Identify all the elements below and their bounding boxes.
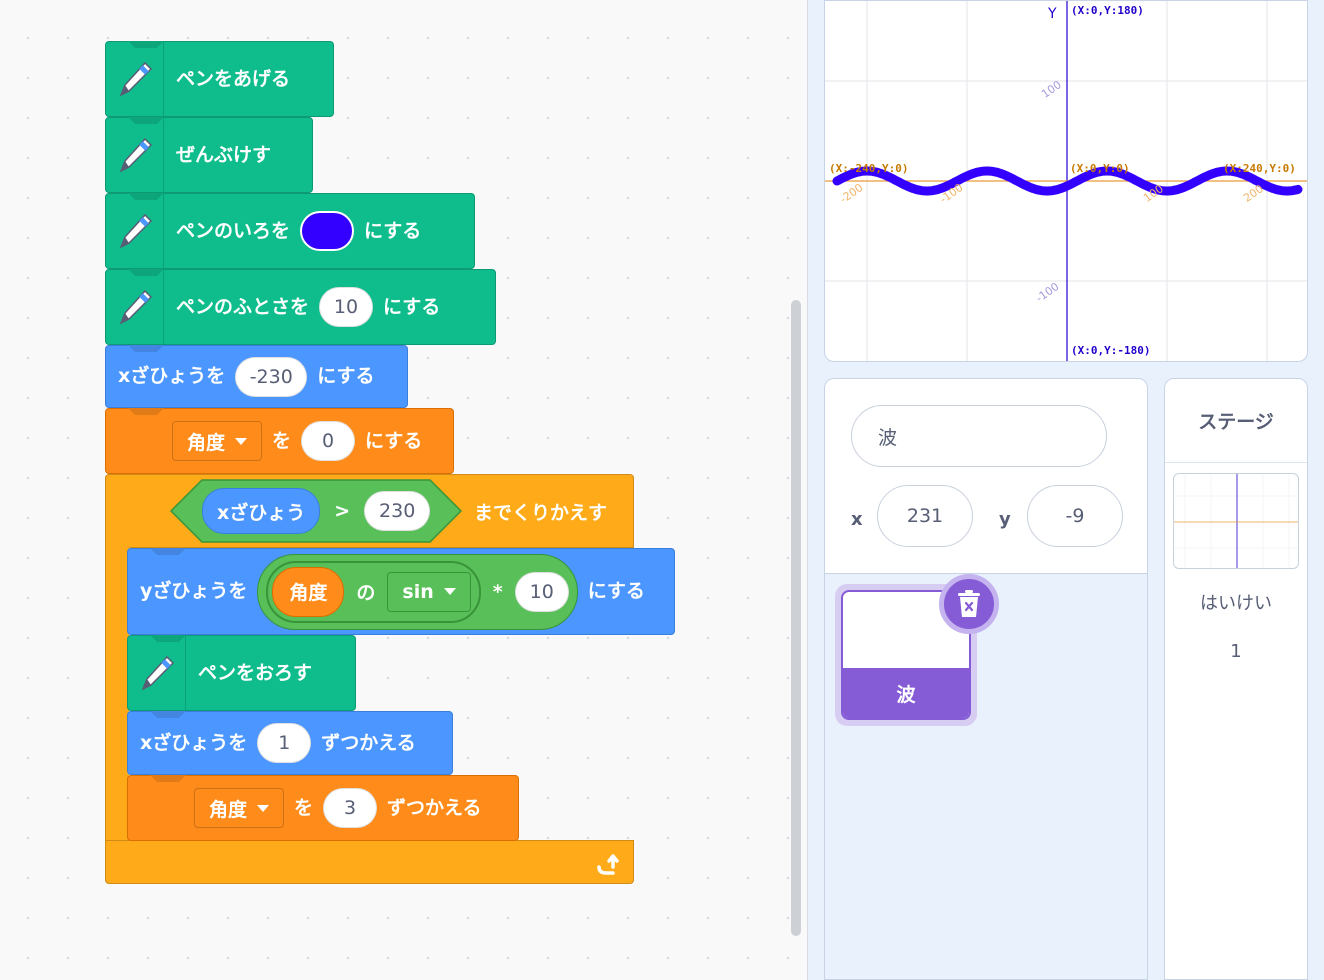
stage-selector-pane[interactable]: ステージ はいけい 1 [1164, 378, 1308, 980]
y-label: y [999, 509, 1011, 530]
right-coordinate-label: (X:240,Y:0) [1223, 162, 1296, 175]
repeat-block-arm [105, 540, 129, 845]
y-axis-label: Y [1048, 6, 1057, 22]
y-position-input[interactable]: -9 [1027, 485, 1123, 547]
set-x-suffix: にする [317, 365, 375, 387]
multiply-symbol: * [492, 580, 503, 603]
sprite-name-input[interactable]: 波 [851, 405, 1107, 467]
set-pen-size-suffix: にする [383, 295, 441, 318]
set-variable-mid: を [272, 429, 292, 452]
repeat-until-header: xざひょう > 230 までくりかえす [170, 478, 607, 544]
set-y-block[interactable]: yざひょうを 角度 の sin * 10 にする [127, 548, 675, 635]
left-coordinate-label: (X:-240,Y:0) [829, 162, 909, 175]
change-x-block[interactable]: xざひょうを 1 ずつかえる [127, 711, 453, 775]
pen-icon [141, 655, 174, 691]
pen-extension-icon-wrap [128, 636, 186, 710]
set-pen-size-label: ペンのふとさを [176, 295, 310, 318]
change-x-suffix: ずつかえる [321, 731, 416, 754]
set-pen-size-block[interactable]: ペンのふとさを 10 にする [105, 269, 496, 345]
pen-extension-icon-wrap [106, 270, 164, 344]
stage-thumbnail[interactable] [1173, 473, 1299, 569]
greater-than-operator[interactable]: xざひょう > 230 [170, 479, 462, 543]
stage-canvas[interactable]: Y (X:0,Y:180) (X:0,Y:-180) (X:-240,Y:0) … [824, 0, 1308, 362]
top-coordinate-label: (X:0,Y:180) [1071, 4, 1144, 17]
code-area[interactable]: ペンをあげる ぜんぶけす ペンのいろを にする ペンのふとさを 10 にする x… [0, 0, 808, 980]
math-function-dropdown[interactable]: sin [387, 571, 471, 612]
change-variable-block[interactable]: 角度 を 3 ずつかえる [127, 775, 519, 841]
set-x-label: xざひょうを [118, 365, 226, 387]
sprite-info-panel: 波 x 231 y -9 波 [824, 378, 1148, 980]
pen-down-label: ペンをおろす [198, 661, 313, 684]
set-x-block[interactable]: xざひょうを -230 にする [105, 345, 408, 408]
chevron-down-icon [443, 588, 456, 595]
backdrop-thumbnail-image [1174, 474, 1298, 568]
pen-color-swatch[interactable] [300, 211, 355, 251]
multiply-operator[interactable]: 角度 の sin * 10 [257, 553, 578, 630]
set-variable-block[interactable]: 角度 を 0 にする [105, 408, 454, 474]
trash-icon [958, 590, 980, 617]
pen-extension-icon-wrap [106, 42, 164, 116]
set-x-input[interactable]: -230 [235, 356, 308, 397]
variable-dropdown[interactable]: 角度 [194, 788, 285, 828]
x-position-reporter[interactable]: xざひょう [202, 488, 321, 534]
change-variable-mid: を [294, 796, 314, 819]
pen-down-block[interactable]: ペンをおろす [127, 635, 356, 711]
sprite-tile-label: 波 [843, 668, 969, 718]
change-x-input[interactable]: 1 [257, 723, 312, 763]
sprite-list: 波 [825, 573, 1147, 979]
set-pen-color-suffix: にする [364, 219, 422, 242]
multiply-input[interactable]: 10 [514, 571, 569, 612]
stage-pane-title: ステージ [1165, 379, 1307, 463]
math-function-operator[interactable]: 角度 の sin [266, 560, 481, 623]
pen-icon [119, 213, 152, 249]
backdrop-count: 1 [1230, 641, 1242, 662]
loop-arrow-icon [597, 854, 619, 875]
pen-icon [119, 289, 152, 325]
variable-dropdown-label: 角度 [187, 431, 226, 454]
pen-icon [119, 61, 152, 97]
set-y-label: yざひょうを [140, 580, 248, 602]
set-variable-suffix: にする [365, 429, 423, 452]
change-variable-input[interactable]: 3 [323, 788, 378, 828]
angle-variable-reporter[interactable]: 角度 [272, 566, 345, 617]
coordinate-grid [825, 1, 1307, 361]
pen-size-input[interactable]: 10 [319, 287, 374, 327]
variable-dropdown[interactable]: 角度 [172, 421, 263, 461]
set-variable-input[interactable]: 0 [301, 421, 356, 461]
pen-up-label: ペンをあげる [176, 67, 291, 90]
center-coordinate-label: (X:0,Y:0) [1070, 162, 1130, 175]
set-pen-color-label: ペンのいろを [176, 219, 291, 242]
code-area-scrollbar[interactable] [791, 300, 801, 936]
pen-icon [119, 137, 152, 173]
pen-extension-icon-wrap [106, 194, 164, 268]
repeat-until-label: までくりかえす [474, 501, 608, 524]
math-function-label: sin [402, 580, 434, 603]
variable-dropdown-label: 角度 [209, 798, 248, 821]
repeat-limit-input[interactable]: 230 [364, 491, 431, 531]
chevron-down-icon [257, 804, 270, 812]
set-y-suffix: にする [587, 580, 645, 602]
change-variable-suffix: ずつかえる [387, 796, 482, 819]
clear-label: ぜんぶけす [176, 143, 272, 166]
greater-than-symbol: > [334, 500, 351, 522]
sprite-tile[interactable]: 波 [835, 574, 999, 726]
change-x-label: xざひょうを [140, 731, 248, 754]
delete-sprite-button[interactable] [939, 574, 999, 634]
x-position-input[interactable]: 231 [877, 485, 973, 547]
pen-extension-icon-wrap [106, 118, 164, 192]
x-label: x [851, 509, 863, 530]
pen-up-block[interactable]: ペンをあげる [105, 41, 334, 117]
set-pen-color-block[interactable]: ペンのいろを にする [105, 193, 475, 269]
bottom-coordinate-label: (X:0,Y:-180) [1071, 344, 1151, 357]
of-label: の [356, 582, 376, 604]
repeat-block-footer[interactable] [105, 840, 634, 884]
chevron-down-icon [235, 437, 248, 445]
clear-block[interactable]: ぜんぶけす [105, 117, 313, 193]
backdrop-label: はいけい [1200, 593, 1272, 614]
